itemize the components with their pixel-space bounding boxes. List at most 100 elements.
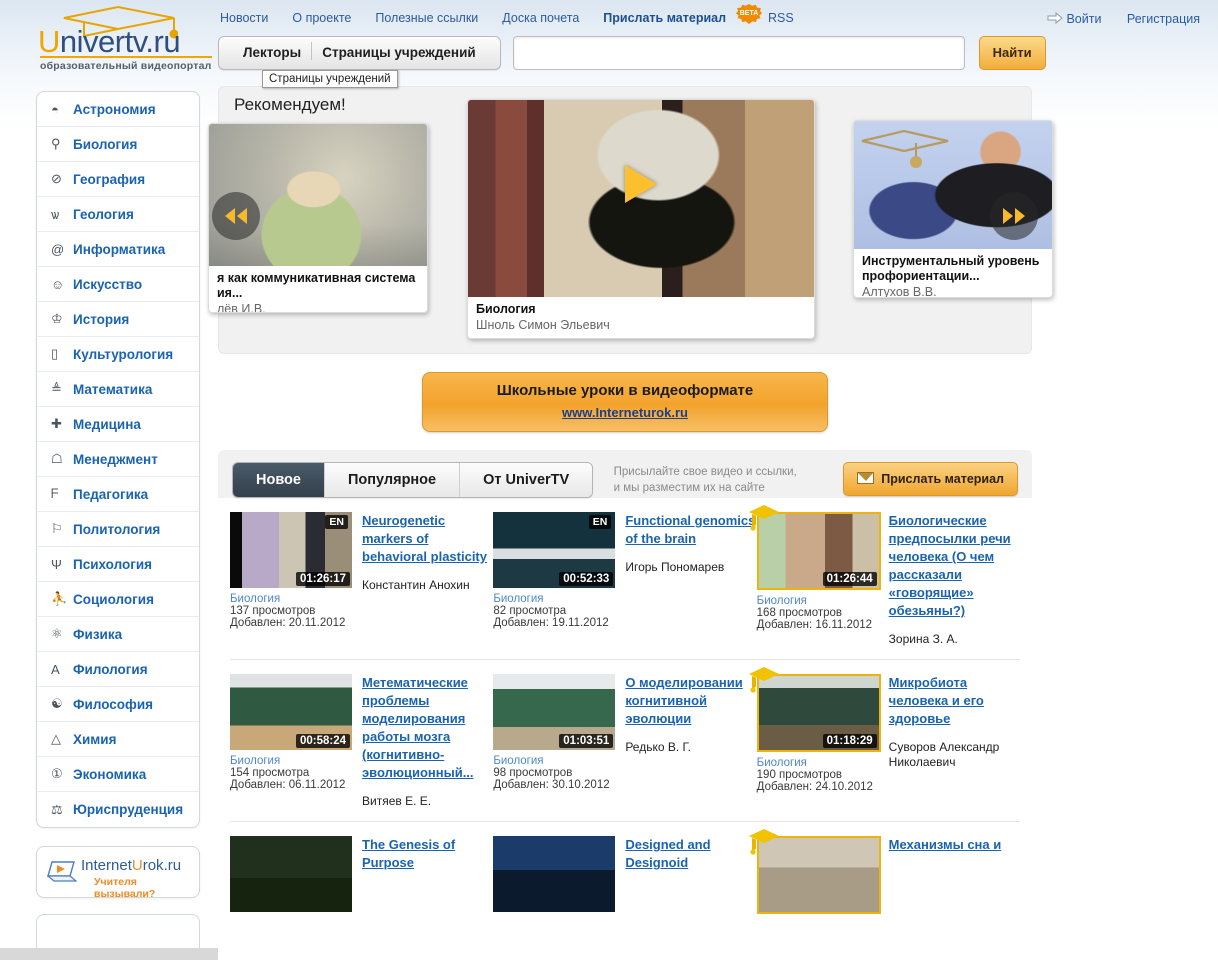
interneturok-subtitle: Учителя вызывали?	[94, 876, 156, 898]
nav-links[interactable]: Полезные ссылки	[375, 11, 478, 25]
video-item[interactable]: EN 01:26:17 Биология 137 просмотров Добавлен…	[230, 512, 493, 647]
pointer-icon: ᖴ	[51, 486, 59, 501]
sidebar-item-12[interactable]: ⚐ Политология	[37, 512, 199, 547]
carousel-card-center[interactable]: Биология Шноль Симон Эльевич	[467, 99, 815, 339]
sidebar-item-8[interactable]: ≜ Математика	[37, 372, 199, 407]
carousel-prev-button[interactable]	[212, 192, 260, 240]
sidebar-item-19[interactable]: ① Экономика	[37, 757, 199, 792]
video-item[interactable]: 01:26:44 Биология 168 просмотров Добавлен: …	[748, 505, 1020, 647]
video-date: Добавлен: 16.11.2012	[756, 619, 873, 631]
sidebar-item-6[interactable]: ♔ История	[37, 302, 199, 337]
video-title[interactable]: О моделировании когнитивной эволюции	[625, 675, 742, 726]
sidebar-item-9[interactable]: ✚ Медицина	[37, 407, 199, 442]
tab-from-univertv[interactable]: От UniverTV	[460, 463, 593, 497]
book-icon: ▯	[51, 346, 59, 361]
video-author: Витяев Е. Е.	[362, 794, 432, 808]
video-thumbnail[interactable]	[493, 836, 616, 912]
video-category[interactable]: Биология	[230, 593, 358, 605]
video-category[interactable]: Биология	[757, 757, 885, 769]
video-views: 168 просмотров	[756, 607, 843, 619]
sidebar-item-18[interactable]: △ Химия	[37, 722, 199, 757]
tab-new[interactable]: Новое	[233, 463, 325, 497]
sidebar-item-2[interactable]: ⊘ География	[37, 162, 199, 197]
video-title[interactable]: Designed and Designoid	[625, 837, 710, 870]
sidebar-item-16[interactable]: A Филология	[37, 652, 199, 687]
promo-link[interactable]: www.Interneturok.ru	[562, 405, 688, 420]
search-input[interactable]	[514, 37, 965, 69]
sidebar-item-label: Политология	[73, 521, 161, 537]
sidebar-item-5[interactable]: ☺ Искусство	[37, 267, 199, 302]
carousel-center-thumb[interactable]	[468, 100, 814, 297]
cross-icon: ✚	[51, 416, 62, 431]
video-item[interactable]: EN 00:52:33 Биология 82 просмотра Добавлен: …	[493, 512, 756, 647]
video-item[interactable]: 01:18:29 Биология 190 просмотров Добавлен: …	[748, 667, 1020, 809]
interneturok-promo[interactable]: Школьные уроки в видеоформате www.Intern…	[422, 372, 828, 432]
sidebar-item-13[interactable]: Ψ Психология	[37, 547, 199, 582]
video-item[interactable]: 00:58:24 Биология 154 просмотра Добавлен: 0…	[230, 674, 493, 809]
sidebar-item-17[interactable]: ☯ Философия	[37, 687, 199, 722]
register-link[interactable]: Регистрация	[1127, 12, 1200, 26]
at-icon: @	[51, 241, 65, 257]
video-item[interactable]: 01:03:51 Биология 98 просмотров Добавлен: 3…	[493, 674, 756, 809]
video-category[interactable]: Биология	[757, 595, 885, 607]
video-title[interactable]: Метематические проблемы моделирования ра…	[362, 675, 474, 780]
video-info: О моделировании когнитивной эволюции Редь…	[621, 674, 756, 809]
video-title[interactable]: Functional genomics of the brain	[625, 513, 755, 546]
play-icon[interactable]	[625, 164, 657, 203]
nav-honor[interactable]: Доска почета	[502, 11, 579, 25]
video-category[interactable]: Биология	[493, 755, 621, 767]
video-title[interactable]: Микробиота человека и его здоровье	[889, 675, 984, 726]
sidebar-item-15[interactable]: ⚛ Физика	[37, 617, 199, 652]
nav-rss[interactable]: RSS	[768, 11, 794, 25]
sidebar-item-label: Геология	[73, 206, 134, 222]
video-row: 00:58:24 Биология 154 просмотра Добавлен: 0…	[230, 660, 1020, 822]
video-author: Редько В. Г.	[625, 740, 691, 754]
sidebar-item-7[interactable]: ▯ Культурология	[37, 337, 199, 372]
video-item[interactable]: Designed and Designoid	[493, 836, 756, 919]
send-material-button[interactable]: Прислать материал	[843, 462, 1018, 496]
video-views: 82 просмотра	[493, 605, 567, 617]
video-thumb-column: 01:26:44 Биология 168 просмотров Добавлен: …	[748, 505, 885, 647]
video-thumbnail[interactable]: EN 01:26:17	[230, 512, 352, 588]
tab-popular[interactable]: Популярное	[324, 463, 461, 497]
search-tab-institutions[interactable]: Страницы учреждений	[312, 45, 485, 60]
sidebar-item-10[interactable]: ☖ Менеджмент	[37, 442, 199, 477]
video-thumbnail[interactable]: 01:03:51	[493, 674, 616, 750]
search-input-wrap[interactable]	[513, 36, 966, 70]
carousel-right-author: Алтухов В.В.	[862, 285, 937, 298]
video-tabbar: Новое Популярное От UniverTV Присылайте св…	[232, 462, 1018, 498]
video-date: Добавлен: 30.10.2012	[493, 779, 610, 791]
video-views: 137 просмотров	[230, 605, 316, 617]
nav-send-material[interactable]: Прислать материал	[603, 11, 726, 25]
video-item[interactable]: The Genesis of Purpose	[230, 836, 493, 919]
search-scope-tabs[interactable]: Лекторы Страницы учреждений	[218, 36, 501, 70]
video-thumbnail[interactable]: EN 00:52:33	[493, 512, 616, 588]
sidebar-item-14[interactable]: ⛹ Социология	[37, 582, 199, 617]
video-title[interactable]: Биологические предпосылки речи человека …	[889, 513, 1011, 618]
video-title[interactable]: Механизмы сна и	[889, 837, 1002, 852]
nav-about[interactable]: О проекте	[292, 11, 351, 25]
video-views: 154 просмотра	[230, 767, 310, 779]
video-category[interactable]: Биология	[493, 593, 621, 605]
login-link[interactable]: Войти	[1047, 12, 1101, 26]
search-tab-lecturers[interactable]: Лекторы	[233, 45, 311, 60]
video-title[interactable]: Neurogenetic markers of behavioral plast…	[362, 513, 487, 564]
video-thumbnail[interactable]: 00:58:24	[230, 674, 352, 750]
sidebar-item-3[interactable]: ѡ Геология	[37, 197, 199, 232]
video-title[interactable]: The Genesis of Purpose	[362, 837, 455, 870]
search-button[interactable]: Найти	[978, 36, 1046, 70]
video-category[interactable]: Биология	[230, 755, 358, 767]
sidebar-item-4[interactable]: @ Информатика	[37, 232, 199, 267]
video-item[interactable]: Механизмы сна и	[748, 829, 1020, 919]
site-logo[interactable]: Univertv.ru образовательный видеопортал	[38, 4, 218, 74]
video-thumb-column	[493, 836, 621, 919]
interneturok-banner[interactable]: InternetUrok.ru Учителя вызывали?	[36, 846, 200, 898]
video-thumbnail[interactable]	[230, 836, 352, 912]
carousel-next-button[interactable]	[990, 192, 1038, 240]
sidebar-item-11[interactable]: ᖴ Педагогика	[37, 477, 199, 512]
nav-news[interactable]: Новости	[220, 11, 268, 25]
sidebar-item-20[interactable]: ⚖ Юриспруденция	[37, 792, 199, 827]
sidebar-item-1[interactable]: ⚲ Биология	[37, 127, 199, 162]
sidebar-item-0[interactable]: ◓ Астрономия	[37, 92, 199, 127]
submit-note: Присылайте свое видео и ссылки, и мы раз…	[614, 462, 797, 496]
